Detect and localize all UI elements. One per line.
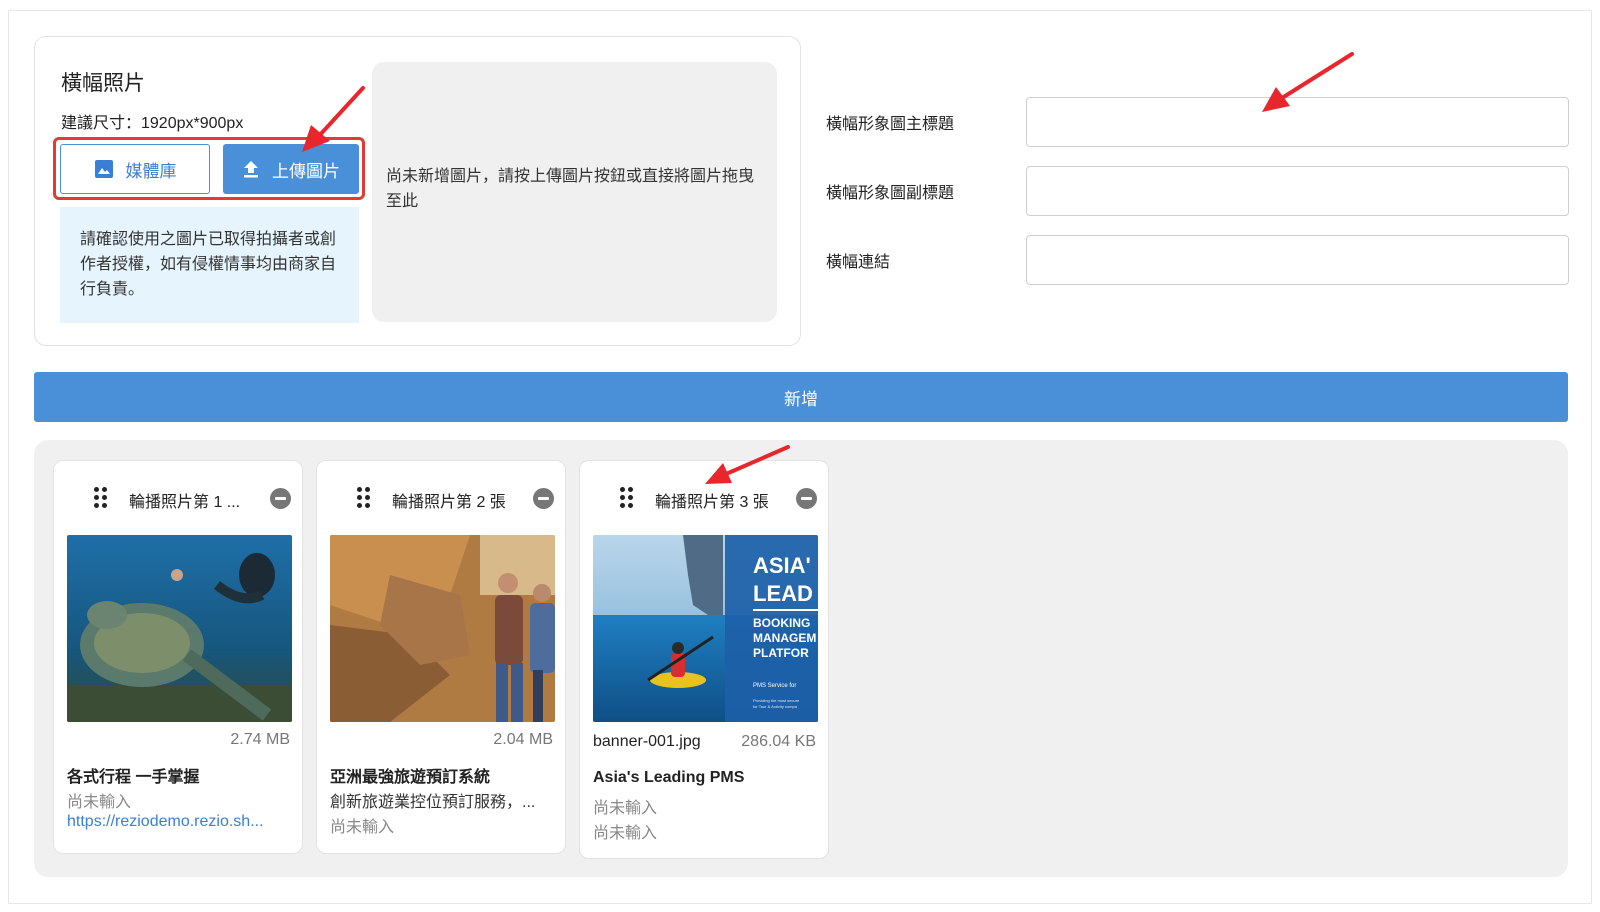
slide-sub-title: 創新旅遊業控位預訂服務，... [330,794,536,811]
carousel-list: 輪播照片第 1 ... 2.74 MB 各式行程 一手掌握 尚未輸入 https… [34,440,1568,877]
dropzone-text: 尚未新增圖片，請按上傳圖片按鈕或直接將圖片拖曳至此 [386,168,755,210]
upload-icon [244,161,258,178]
banner-text-line6: PMS Service for [753,683,796,689]
media-library-button[interactable]: 媒體庫 [60,144,210,194]
slide-title: 輪播照片第 3 張 [655,494,769,511]
slide-card[interactable]: 輪播照片第 1 ... 2.74 MB 各式行程 一手掌握 尚未輸入 https… [53,460,303,854]
slide-title: 輪播照片第 1 ... [129,494,241,511]
main-title-label: 橫幅形象圖主標題 [826,116,955,133]
slide-link[interactable]: https://reziodemo.rezio.sh... [67,813,292,831]
banner-text-line4: MANAGEM [753,631,816,645]
drag-handle-icon[interactable] [94,487,108,509]
banner-text-line5: PLATFOR [753,646,809,660]
banner-photo-title: 橫幅照片 [61,72,145,95]
slide-link: 尚未輸入 [330,819,395,836]
banner-text-line2: LEAD [753,581,813,606]
media-library-label: 媒體庫 [125,161,177,181]
slide-image [67,535,292,722]
sub-title-input[interactable] [1026,166,1569,216]
slide-sub-title: 尚未輸入 [67,794,132,811]
slide-card[interactable]: 輪播照片第 2 張 2.04 MB 亞洲最強旅遊預訂系統 創新旅遊業控位預訂服務… [316,460,566,854]
recommended-size-text: 建議尺寸：1920px*900px [61,115,244,132]
remove-icon[interactable] [796,488,817,509]
banner-link-label: 橫幅連結 [826,254,891,271]
banner-link-input[interactable] [1026,235,1569,285]
copyright-notice: 請確認使用之圖片已取得拍攝者或創作者授權，如有侵權情事均由商家自行負責。 [60,207,359,323]
slide-header: 輪播照片第 2 張 [317,487,565,511]
slide-card[interactable]: 輪播照片第 3 張 ASIA' LEAD BOOKING MANAGEM PLA… [579,460,829,859]
slide-main-title: Asia's Leading PMS [593,769,745,786]
banner-upload-card: 橫幅照片 建議尺寸：1920px*900px 媒體庫 上傳圖片 請確認使用之圖片… [34,36,801,346]
upload-image-label: 上傳圖片 [272,161,340,181]
add-button[interactable]: 新增 [34,372,1568,422]
slide-header: 輪播照片第 3 張 [580,487,828,511]
main-title-input[interactable] [1026,97,1569,147]
remove-icon[interactable] [533,488,554,509]
banner-text-line3: BOOKING [753,616,810,630]
banner-text-line7: Providing the most secure [753,698,800,703]
slide-file-size: 2.74 MB [230,731,290,748]
banner-text-line8: for Tour & Activity compa [753,704,798,709]
slide-image [330,535,555,722]
slide-file-size: 2.04 MB [493,731,553,748]
sub-title-label: 橫幅形象圖副標題 [826,185,955,202]
image-icon [94,160,113,178]
remove-icon[interactable] [270,488,291,509]
slide-main-title: 亞洲最強旅遊預訂系統 [330,769,491,786]
slide-sub-title: 尚未輸入 [593,800,658,817]
drag-handle-icon[interactable] [620,487,634,509]
upload-image-button[interactable]: 上傳圖片 [223,144,359,194]
slide-header: 輪播照片第 1 ... [54,487,302,511]
slide-filename: banner-001.jpg [593,733,701,750]
add-button-label: 新增 [784,389,818,409]
drag-handle-icon[interactable] [357,487,371,509]
slide-title: 輪播照片第 2 張 [392,494,506,511]
slide-file-size: 286.04 KB [741,733,816,750]
slide-link: 尚未輸入 [593,825,658,842]
slide-main-title: 各式行程 一手掌握 [67,769,200,786]
slide-image: ASIA' LEAD BOOKING MANAGEM PLATFOR PMS S… [593,535,818,722]
image-dropzone[interactable]: 尚未新增圖片，請按上傳圖片按鈕或直接將圖片拖曳至此 [372,62,777,322]
banner-text-line1: ASIA' [753,553,811,578]
